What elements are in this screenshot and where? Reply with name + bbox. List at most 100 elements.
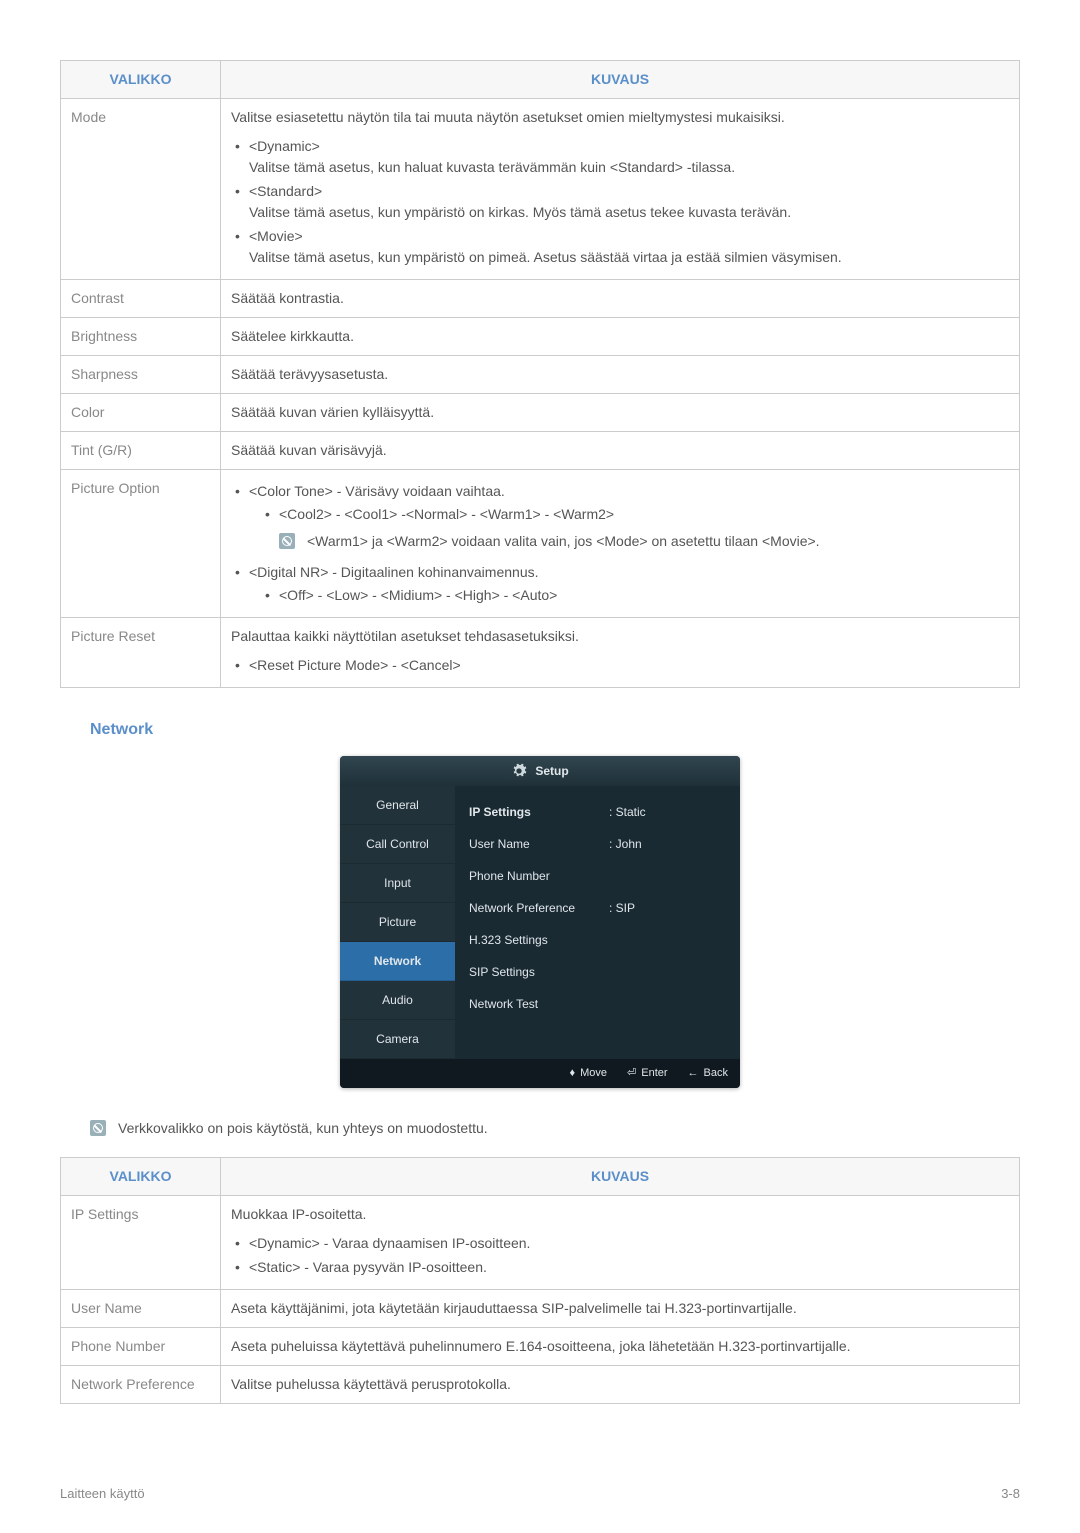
list-item: <Color Tone> - Värisävy voidaan vaihtaa.… [249,481,1009,552]
sidebar-item-picture[interactable]: Picture [340,903,455,942]
row-desc: Palauttaa kaikki näyttötilan asetukset t… [221,618,1020,688]
setup-label: IP Settings [469,803,609,821]
picture-reset-desc: Palauttaa kaikki näyttötilan asetukset t… [231,626,1009,647]
setup-main: IP Settings : Static User Name : John Ph… [455,786,740,1059]
row-label: Tint (G/R) [61,432,221,470]
row-desc: Aseta käyttäjänimi, jota käytetään kirja… [221,1289,1020,1327]
mode-intro: Valitse esiasetettu näytön tila tai muut… [231,107,1009,128]
setup-panel: Setup General Call Control Input Picture… [340,756,740,1088]
network-note: Verkkovalikko on pois käytöstä, kun yhte… [90,1118,1020,1139]
row-label: Contrast [61,280,221,318]
list-item: <Dynamic> Valitse tämä asetus, kun halua… [249,136,1009,178]
table-row: Picture Option <Color Tone> - Värisävy v… [61,470,1020,618]
setup-value: : SIP [609,899,726,917]
mode-standard-title: <Standard> [249,181,1009,202]
setup-row-network-test[interactable]: Network Test [469,988,726,1020]
network-section-heading: Network [90,718,1020,742]
row-label: Picture Option [61,470,221,618]
sidebar-item-input[interactable]: Input [340,864,455,903]
row-desc: Säätää kuvan värien kylläisyyttä. [221,394,1020,432]
setup-row-h323[interactable]: H.323 Settings [469,924,726,956]
table-row: IP Settings Muokkaa IP-osoitetta. <Dynam… [61,1195,1020,1289]
mode-movie-title: <Movie> [249,226,1009,247]
footer-right: 3-8 [1001,1484,1020,1504]
picture-reset-values: <Reset Picture Mode> - <Cancel> [249,655,1009,676]
color-tone-title: <Color Tone> - Värisävy voidaan vaihtaa. [249,483,505,499]
col-header-desc: KUVAUS [221,61,1020,99]
enter-icon: ⏎ [627,1065,636,1082]
row-label: Network Preference [61,1365,221,1403]
left-arrow-icon: ← [688,1065,699,1082]
col-header-menu: VALIKKO [61,61,221,99]
mode-dynamic-desc: Valitse tämä asetus, kun haluat kuvasta … [249,157,1009,178]
row-label: Mode [61,99,221,280]
row-desc: Säätää kuvan värisävyjä. [221,432,1020,470]
setup-row-phone-number[interactable]: Phone Number [469,860,726,892]
footer-back: ← Back [688,1065,728,1082]
page-footer: Laitteen käyttö 3-8 [60,1484,1020,1504]
table-row: Network Preference Valitse puhelussa käy… [61,1365,1020,1403]
setup-value: : John [609,835,726,853]
color-tone-values: <Cool2> - <Cool1> -<Normal> - <Warm1> - … [279,504,1009,525]
row-desc: Aseta puheluissa käytettävä puhelinnumer… [221,1327,1020,1365]
row-desc: Valitse esiasetettu näytön tila tai muut… [221,99,1020,280]
row-label: Phone Number [61,1327,221,1365]
network-settings-table: VALIKKO KUVAUS IP Settings Muokkaa IP-os… [60,1157,1020,1404]
sidebar-item-network[interactable]: Network [340,942,455,981]
row-desc: <Color Tone> - Värisävy voidaan vaihtaa.… [221,470,1020,618]
row-desc: Valitse puhelussa käytettävä perusprotok… [221,1365,1020,1403]
sidebar-item-audio[interactable]: Audio [340,981,455,1020]
row-label: User Name [61,1289,221,1327]
sidebar-item-camera[interactable]: Camera [340,1020,455,1059]
note-icon [90,1120,106,1136]
row-label: Picture Reset [61,618,221,688]
row-desc: Säätää kontrastia. [221,280,1020,318]
setup-value: : Static [609,803,726,821]
setup-label: User Name [469,835,609,853]
sidebar-item-call-control[interactable]: Call Control [340,825,455,864]
sidebar-item-general[interactable]: General [340,786,455,825]
table-row: Mode Valitse esiasetettu näytön tila tai… [61,99,1020,280]
table-row: Brightness Säätelee kirkkautta. [61,318,1020,356]
col-header-menu: VALIKKO [61,1157,221,1195]
setup-title-bar: Setup [340,756,740,786]
setup-row-network-pref[interactable]: Network Preference : SIP [469,892,726,924]
list-item: <Digital NR> - Digitaalinen kohinanvaime… [249,562,1009,606]
row-label: Color [61,394,221,432]
setup-label: H.323 Settings [469,931,609,949]
setup-title-text: Setup [535,762,568,780]
updown-arrow-icon: ♦ [569,1065,575,1082]
table-row: Tint (G/R) Säätää kuvan värisävyjä. [61,432,1020,470]
note-icon [279,533,295,549]
digital-nr-values: <Off> - <Low> - <Midium> - <High> - <Aut… [279,585,1009,606]
setup-label: SIP Settings [469,963,609,981]
row-label: Sharpness [61,356,221,394]
setup-sidebar: General Call Control Input Picture Netwo… [340,786,455,1059]
setup-row-user-name[interactable]: User Name : John [469,828,726,860]
table-row: Color Säätää kuvan värien kylläisyyttä. [61,394,1020,432]
col-header-desc: KUVAUS [221,1157,1020,1195]
setup-row-sip[interactable]: SIP Settings [469,956,726,988]
row-desc: Muokkaa IP-osoitetta. <Dynamic> - Varaa … [221,1195,1020,1289]
footer-enter: ⏎ Enter [627,1065,668,1082]
ip-intro: Muokkaa IP-osoitetta. [231,1204,1009,1225]
mode-standard-desc: Valitse tämä asetus, kun ympäristö on ki… [249,202,1009,223]
setup-label: Network Test [469,995,609,1013]
row-desc: Säätää terävyysasetusta. [221,356,1020,394]
table-row: User Name Aseta käyttäjänimi, jota käyte… [61,1289,1020,1327]
gear-icon [511,763,527,779]
setup-footer: ♦ Move ⏎ Enter ← Back [340,1059,740,1088]
color-tone-note: <Warm1> ja <Warm2> voidaan valita vain, … [307,531,820,552]
list-item: <Standard> Valitse tämä asetus, kun ympä… [249,181,1009,223]
row-label: Brightness [61,318,221,356]
table-row: Phone Number Aseta puheluissa käytettävä… [61,1327,1020,1365]
table-row: Picture Reset Palauttaa kaikki näyttötil… [61,618,1020,688]
row-label: IP Settings [61,1195,221,1289]
mode-dynamic-title: <Dynamic> [249,136,1009,157]
setup-label: Network Preference [469,899,609,917]
row-desc: Säätelee kirkkautta. [221,318,1020,356]
ip-static: <Static> - Varaa pysyvän IP-osoitteen. [249,1257,1009,1278]
ip-dynamic: <Dynamic> - Varaa dynaamisen IP-osoittee… [249,1233,1009,1254]
table-row: Sharpness Säätää terävyysasetusta. [61,356,1020,394]
setup-row-ip-settings[interactable]: IP Settings : Static [469,796,726,828]
